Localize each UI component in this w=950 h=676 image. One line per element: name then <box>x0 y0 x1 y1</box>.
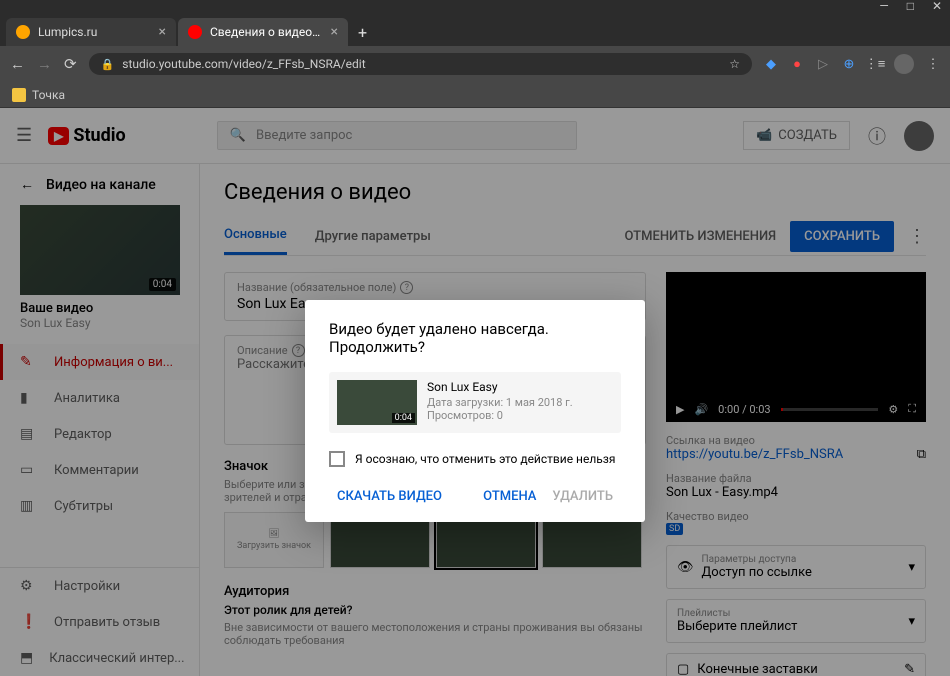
forward-button[interactable]: → <box>37 55 52 73</box>
confirm-checkbox[interactable] <box>329 451 345 467</box>
close-icon[interactable]: ✕ <box>932 0 942 13</box>
dialog-upload-date: Дата загрузки: 1 мая 2018 г. <box>427 396 573 409</box>
dialog-video-title: Son Lux Easy <box>427 380 573 394</box>
profile-avatar[interactable] <box>894 54 914 74</box>
dialog-views: Просмотров: 0 <box>427 409 573 422</box>
menu-icon[interactable]: ⋮ <box>926 57 940 71</box>
dialog-title: Видео будет удалено навсегда. Продолжить… <box>329 320 621 356</box>
cancel-button[interactable]: ОТМЕНА <box>475 479 544 514</box>
extension-icon[interactable]: ◆ <box>764 57 778 71</box>
browser-tab[interactable]: Lumpics.ru × <box>6 18 176 46</box>
duration-badge: 0:04 <box>392 413 415 423</box>
new-tab-button[interactable]: + <box>350 19 375 46</box>
dialog-video-info: 0:04 Son Lux Easy Дата загрузки: 1 мая 2… <box>329 372 621 433</box>
reload-button[interactable]: ⟳ <box>64 55 77 73</box>
folder-icon <box>12 88 26 102</box>
tab-close-icon[interactable]: × <box>331 24 338 40</box>
extension-icon[interactable]: ⊕ <box>842 57 856 71</box>
maximize-icon[interactable]: □ <box>907 0 914 13</box>
dialog-thumbnail: 0:04 <box>337 380 417 425</box>
extension-icon[interactable]: ▷ <box>816 57 830 71</box>
minimize-icon[interactable]: ― <box>879 0 888 13</box>
tab-title: Сведения о видео - YouTube St <box>210 25 323 39</box>
confirm-text: Я осознаю, что отменить это действие нел… <box>355 452 615 466</box>
address-bar[interactable]: 🔒 studio.youtube.com/video/z_FFsb_NSRA/e… <box>89 53 752 75</box>
favicon-icon <box>188 25 202 39</box>
download-video-button[interactable]: СКАЧАТЬ ВИДЕО <box>329 479 450 514</box>
star-icon[interactable]: ☆ <box>729 57 740 71</box>
browser-chrome: ― □ ✕ Lumpics.ru × Сведения о видео - Yo… <box>0 0 950 108</box>
bookmark-item[interactable]: Точка <box>32 88 65 102</box>
delete-button[interactable]: УДАЛИТЬ <box>544 479 621 514</box>
tab-title: Lumpics.ru <box>38 25 151 39</box>
extension-icon[interactable]: ● <box>790 57 804 71</box>
favicon-icon <box>16 25 30 39</box>
extension-icon[interactable]: ⋮≡ <box>868 57 882 71</box>
delete-confirmation-dialog: Видео будет удалено навсегда. Продолжить… <box>305 300 645 522</box>
lock-icon: 🔒 <box>101 58 115 71</box>
back-button[interactable]: ← <box>10 55 25 73</box>
browser-tab-active[interactable]: Сведения о видео - YouTube St × <box>178 18 348 46</box>
url-text: studio.youtube.com/video/z_FFsb_NSRA/edi… <box>122 57 365 71</box>
tab-close-icon[interactable]: × <box>159 24 166 40</box>
